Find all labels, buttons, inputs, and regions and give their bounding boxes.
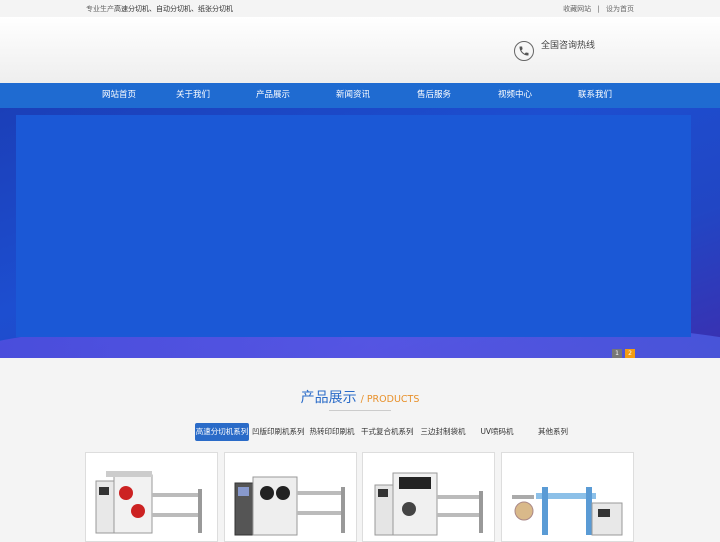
hero-banner: 12 xyxy=(0,108,720,358)
hotline-label: 全国咨询热线 xyxy=(541,41,596,51)
product-card[interactable] xyxy=(85,452,218,542)
site-header: 全国咨询热线 xyxy=(0,17,720,83)
nav-item-products[interactable]: 产品展示 xyxy=(233,83,313,108)
banner-dot-2[interactable]: 2 xyxy=(625,349,635,358)
tab-high-speed-slitter[interactable]: 高速分切机系列 xyxy=(195,423,249,441)
main-nav: 网站首页 关于我们 产品展示 新闻资讯 售后服务 视频中心 联系我们 xyxy=(0,83,720,108)
product-image xyxy=(234,476,345,536)
products-title-en: / PRODUCTS xyxy=(360,394,420,405)
nav-item-about[interactable]: 关于我们 xyxy=(153,83,233,108)
product-card[interactable] xyxy=(362,452,495,542)
tagline-products: 高速分切机、自动分切机、纸张分切机 xyxy=(114,5,233,13)
product-image xyxy=(374,472,483,536)
tab-three-side-seal[interactable]: 三边封制袋机 xyxy=(419,423,467,441)
product-card[interactable] xyxy=(501,452,634,542)
nav-item-news[interactable]: 新闻资讯 xyxy=(313,83,393,108)
tab-other[interactable]: 其他系列 xyxy=(534,423,572,441)
banner-dot-1[interactable]: 1 xyxy=(612,349,622,358)
banner-pagination: 12 xyxy=(609,340,635,358)
tab-heat-transfer-printer[interactable]: 热转印印刷机 xyxy=(308,423,356,441)
products-section-title: 产品展示 / PRODUCTS xyxy=(0,387,720,407)
nav-item-contact[interactable]: 联系我们 xyxy=(555,83,635,108)
product-image xyxy=(95,471,202,534)
nav-item-service[interactable]: 售后服务 xyxy=(394,83,474,108)
banner-slide[interactable] xyxy=(16,115,691,337)
title-divider xyxy=(329,410,391,411)
nav-item-video[interactable]: 视频中心 xyxy=(475,83,555,108)
nav-item-home[interactable]: 网站首页 xyxy=(79,83,159,108)
top-link-separator: | xyxy=(597,5,600,13)
products-title-cn: 产品展示 xyxy=(300,390,357,406)
tab-gravure-printer[interactable]: 凹版印刷机系列 xyxy=(252,423,305,441)
product-card[interactable] xyxy=(224,452,357,542)
tab-dry-laminator[interactable]: 干式复合机系列 xyxy=(361,423,414,441)
hotline: 全国咨询热线 xyxy=(514,38,634,68)
bookmark-link[interactable]: 收藏网站 xyxy=(563,5,591,13)
top-bar: 专业生产高速分切机、自动分切机、纸张分切机 收藏网站 | 设为首页 xyxy=(0,0,720,17)
top-tagline: 专业生产高速分切机、自动分切机、纸张分切机 xyxy=(86,4,233,14)
tagline-prefix: 专业生产 xyxy=(86,5,114,13)
product-image xyxy=(512,487,623,536)
phone-icon xyxy=(514,41,534,61)
top-links: 收藏网站 | 设为首页 xyxy=(559,4,634,14)
tab-uv-coder[interactable]: UV喷码机 xyxy=(478,423,516,441)
set-homepage-link[interactable]: 设为首页 xyxy=(606,5,634,13)
